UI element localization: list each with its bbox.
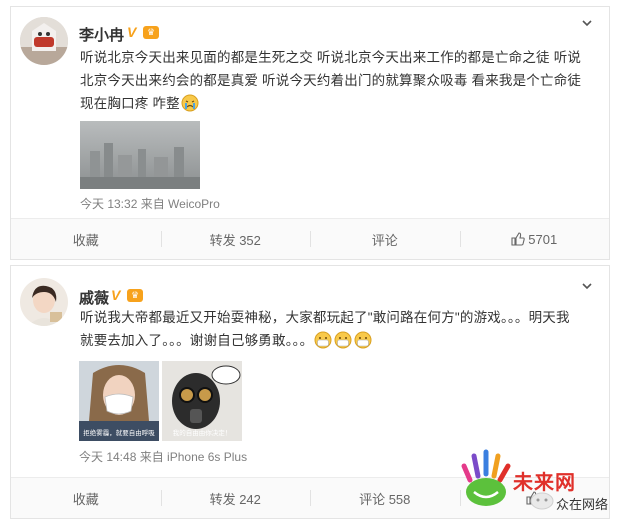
mask-emoji-icon: [314, 331, 332, 349]
post-text-line: 听说我大帝都最近又开始耍神秘，大家都玩起了"敢问路在何方"的游戏。。。明天我: [80, 310, 570, 325]
vip-crown-icon: ♛: [127, 289, 143, 302]
watermark-logo: 未来网 众在网络: [458, 446, 608, 516]
post-meta: 今天 13:32 来自 WeicoPro: [80, 195, 220, 212]
chevron-down-icon[interactable]: [581, 280, 593, 292]
repost-button[interactable]: 转发 242: [160, 478, 311, 518]
mask-emoji-icon: [334, 331, 352, 349]
post-image[interactable]: [80, 121, 200, 189]
post-text-line: 就要去加入了。。。谢谢自己够勇敢。。。: [80, 329, 600, 352]
avatar-image: [20, 17, 68, 65]
post-time[interactable]: 今天 13:32: [80, 197, 137, 211]
username[interactable]: 李小冉: [79, 24, 124, 45]
mask-emoji-icon: [354, 331, 372, 349]
crying-emoji-icon: [181, 94, 199, 112]
post-time[interactable]: 今天 14:48: [79, 450, 136, 464]
avatar-image: [20, 278, 68, 326]
channel-text: 众在网络: [556, 497, 609, 512]
username[interactable]: 戚薇: [79, 287, 109, 308]
post-meta: 今天 14:48 来自 iPhone 6s Plus: [79, 448, 247, 465]
post-text-line: 现在胸口疼 咋整: [80, 92, 600, 115]
chevron-down-icon[interactable]: [581, 17, 593, 29]
smog-cityscape-image: [80, 121, 200, 189]
vip-crown-icon: ♛: [143, 26, 159, 39]
comment-label: 评论: [371, 232, 398, 248]
comment-button[interactable]: 评论: [310, 219, 460, 259]
repost-label: 转发 352: [209, 232, 261, 248]
comment-label: 评论 558: [359, 491, 411, 507]
logo-text: 未来网: [513, 472, 576, 494]
post-image[interactable]: 我的自由由你决定！: [162, 361, 242, 441]
avatar[interactable]: [20, 278, 68, 326]
post-text: 听说我大帝都最近又开始耍神秘，大家都玩起了"敢问路在何方"的游戏。。。明天我 就…: [80, 306, 600, 352]
post-source[interactable]: 来自 WeicoPro: [141, 197, 220, 211]
post-text: 听说北京今天出来见面的都是生死之交 听说北京今天出来工作的都是亡命之徒 听说 北…: [80, 46, 600, 115]
collect-button[interactable]: 收藏: [11, 219, 161, 259]
post-text-line: 北京今天出来约会的都是真爱 听说今天约着出门的就算聚众吸毒 看来我是个亡命徒: [80, 73, 582, 88]
like-count: 5701: [528, 231, 558, 247]
image-caption: 拒绝雾霾，就要自由呼吸: [83, 430, 155, 437]
collect-label: 收藏: [72, 491, 99, 507]
post-text-segment: 就要去加入了。。。谢谢自己够勇敢。。。: [80, 333, 314, 348]
verified-icon: V: [111, 287, 121, 303]
weibo-post-card: 李小冉 V ♛ 听说北京今天出来见面的都是生死之交 听说北京今天出来工作的都是亡…: [10, 6, 610, 260]
collect-label: 收藏: [72, 232, 99, 248]
verified-icon: V: [127, 24, 137, 40]
repost-button[interactable]: 转发 352: [160, 219, 311, 259]
post-text-segment: 现在胸口疼 咋整: [80, 96, 180, 111]
post-source[interactable]: 来自 iPhone 6s Plus: [140, 450, 247, 464]
comment-button[interactable]: 评论 558: [310, 478, 460, 518]
image-caption: 我的自由由你决定！: [172, 430, 232, 437]
post-action-bar: 收藏 转发 352 评论 5701: [11, 218, 609, 259]
post-text-line: 听说北京今天出来见面的都是生死之交 听说北京今天出来工作的都是亡命之徒 听说: [80, 50, 582, 65]
like-button[interactable]: 5701: [459, 219, 610, 259]
repost-label: 转发 242: [209, 491, 261, 507]
avatar[interactable]: [20, 17, 68, 65]
thumbs-up-icon: [511, 232, 525, 246]
post-image[interactable]: 拒绝雾霾，就要自由呼吸: [79, 361, 159, 441]
collect-button[interactable]: 收藏: [11, 478, 161, 518]
